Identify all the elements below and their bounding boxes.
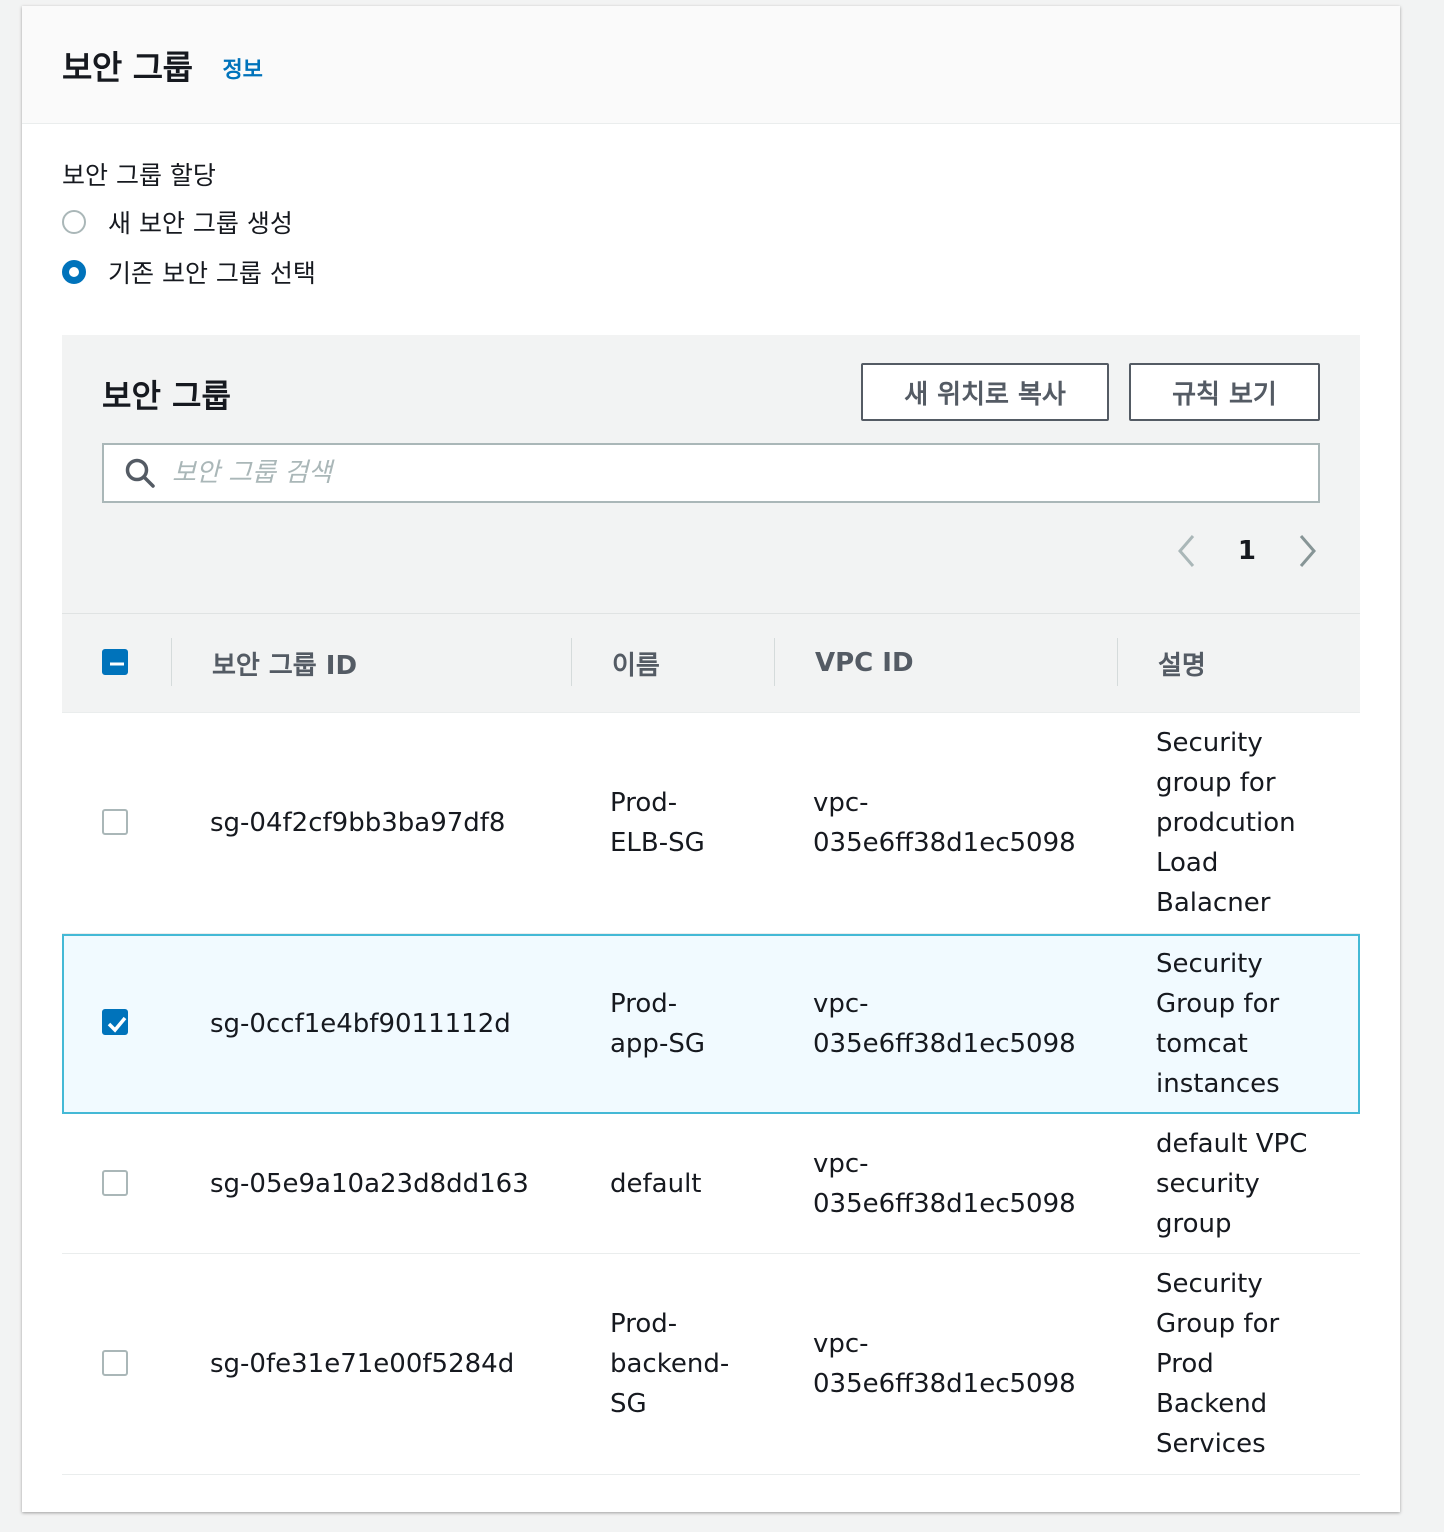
name-line: Prod- [610, 1309, 678, 1339]
vpc-line: 035e6ff38d1ec5098 [813, 1189, 1076, 1219]
desc-line: Backend [1156, 1389, 1268, 1419]
cell-name: default [610, 1164, 701, 1204]
security-group-table-container: 보안 그룹 새 위치로 복사 규칙 보기 1 [62, 335, 1360, 1475]
table-title: 보안 그룹 [102, 377, 231, 415]
desc-line: prodcution [1156, 808, 1296, 838]
info-link[interactable]: 정보 [222, 52, 262, 84]
table-row[interactable]: sg-0fe31e71e00f5284d Prod- backend- SG v… [62, 1254, 1360, 1475]
view-rules-button[interactable]: 규칙 보기 [1129, 363, 1320, 421]
search-box[interactable] [102, 443, 1320, 503]
column-divider [571, 638, 572, 686]
cell-description: Security group for prodcution Load Balac… [1156, 723, 1296, 923]
cell-vpc-id: vpc- 035e6ff38d1ec5098 [813, 1324, 1076, 1404]
vpc-line: 035e6ff38d1ec5098 [813, 1029, 1076, 1059]
cell-vpc-id: vpc- 035e6ff38d1ec5098 [813, 984, 1076, 1064]
desc-line: Security [1156, 949, 1263, 979]
desc-line: Group for [1156, 1309, 1280, 1339]
desc-line: Group for [1156, 989, 1280, 1019]
previous-page-button[interactable] [1172, 531, 1202, 571]
select-all-checkbox[interactable] [102, 649, 128, 675]
cell-sg-id: sg-05e9a10a23d8dd163 [210, 1169, 529, 1199]
radio-button[interactable] [62, 260, 86, 284]
column-header-name[interactable]: 이름 [612, 614, 660, 712]
vpc-line: vpc- [813, 1329, 869, 1359]
cell-sg-id: sg-04f2cf9bb3ba97df8 [210, 808, 506, 838]
cell-description: Security Group for Prod Backend Services [1156, 1264, 1279, 1464]
cell-name: Prod- ELB-SG [610, 783, 705, 863]
radio-button[interactable] [62, 210, 86, 234]
vpc-line: vpc- [813, 989, 869, 1019]
column-divider [171, 638, 172, 686]
radio-select-existing[interactable]: 기존 보안 그룹 선택 [62, 254, 316, 290]
name-line: app-SG [610, 1029, 705, 1059]
table-row-selected[interactable]: sg-0ccf1e4bf9011112d Prod- app-SG vpc- 0… [62, 934, 1360, 1114]
column-header-vpc-id[interactable]: VPC ID [815, 614, 914, 712]
vpc-line: vpc- [813, 788, 869, 818]
cell-name: Prod- backend- SG [610, 1304, 729, 1424]
name-line: ELB-SG [610, 828, 705, 858]
name-line: backend- [610, 1349, 730, 1379]
current-page[interactable]: 1 [1238, 536, 1256, 566]
row-checkbox[interactable] [102, 809, 128, 835]
desc-line: tomcat [1156, 1029, 1248, 1059]
table-row[interactable]: sg-05e9a10a23d8dd163 default vpc- 035e6f… [62, 1114, 1360, 1254]
column-divider [774, 638, 775, 686]
row-checkbox[interactable] [102, 1350, 128, 1376]
vpc-line: vpc- [813, 1149, 869, 1179]
desc-line: group for [1156, 768, 1276, 798]
row-checkbox-checked[interactable] [102, 1009, 128, 1035]
vpc-line: 035e6ff38d1ec5098 [813, 828, 1076, 858]
column-divider [1117, 638, 1118, 686]
desc-line: Security [1156, 1269, 1263, 1299]
desc-line: Security [1156, 728, 1263, 758]
copy-to-new-button[interactable]: 새 위치로 복사 [861, 363, 1109, 421]
assign-label: 보안 그룹 할당 [62, 161, 216, 190]
table-row[interactable]: sg-04f2cf9bb3ba97df8 Prod- ELB-SG vpc- 0… [62, 713, 1360, 934]
search-input[interactable] [170, 457, 1274, 489]
name-line: Prod- [610, 989, 678, 1019]
column-header-sg-id[interactable]: 보안 그룹 ID [212, 614, 357, 712]
checkmark-icon [107, 1016, 127, 1033]
desc-line: Load [1156, 848, 1219, 878]
desc-line: security [1156, 1169, 1260, 1199]
chevron-left-icon [1177, 535, 1195, 567]
cell-vpc-id: vpc- 035e6ff38d1ec5098 [813, 1144, 1076, 1224]
chevron-right-icon [1299, 535, 1316, 567]
name-line: Prod- [610, 788, 678, 818]
radio-label: 새 보안 그룹 생성 [108, 209, 293, 238]
checkbox-indeterminate-icon [110, 662, 124, 666]
desc-line: group [1156, 1209, 1232, 1239]
radio-create-new[interactable]: 새 보안 그룹 생성 [62, 204, 293, 240]
desc-line: instances [1156, 1069, 1280, 1099]
desc-line: Prod [1156, 1349, 1214, 1379]
desc-line: default VPC [1156, 1129, 1308, 1159]
desc-line: Services [1156, 1429, 1266, 1459]
table-head: 보안 그룹 ID 이름 VPC ID 설명 [62, 614, 1360, 713]
radio-label: 기존 보안 그룹 선택 [108, 259, 316, 288]
next-page-button[interactable] [1292, 531, 1322, 571]
desc-line: Balacner [1156, 888, 1271, 918]
pagination: 1 [1172, 531, 1322, 571]
name-line: SG [610, 1389, 647, 1419]
column-header-description[interactable]: 설명 [1158, 614, 1206, 712]
cell-description: default VPC security group [1156, 1124, 1307, 1244]
panel-title: 보안 그룹 [62, 47, 193, 87]
row-checkbox[interactable] [102, 1170, 128, 1196]
cell-sg-id: sg-0ccf1e4bf9011112d [210, 1009, 511, 1039]
cell-sg-id: sg-0fe31e71e00f5284d [210, 1349, 515, 1379]
vpc-line: 035e6ff38d1ec5098 [813, 1369, 1076, 1399]
panel-header: 보안 그룹 정보 [22, 6, 1400, 124]
cell-name: Prod- app-SG [610, 984, 705, 1064]
cell-vpc-id: vpc- 035e6ff38d1ec5098 [813, 783, 1076, 863]
security-group-panel: 보안 그룹 정보 보안 그룹 할당 새 보안 그룹 생성 기존 보안 그룹 선택… [22, 6, 1400, 1512]
search-icon [125, 458, 155, 488]
name-line: default [610, 1169, 702, 1199]
table-header-area: 보안 그룹 새 위치로 복사 규칙 보기 1 [62, 335, 1360, 614]
cell-description: Security Group for tomcat instances [1156, 944, 1280, 1104]
